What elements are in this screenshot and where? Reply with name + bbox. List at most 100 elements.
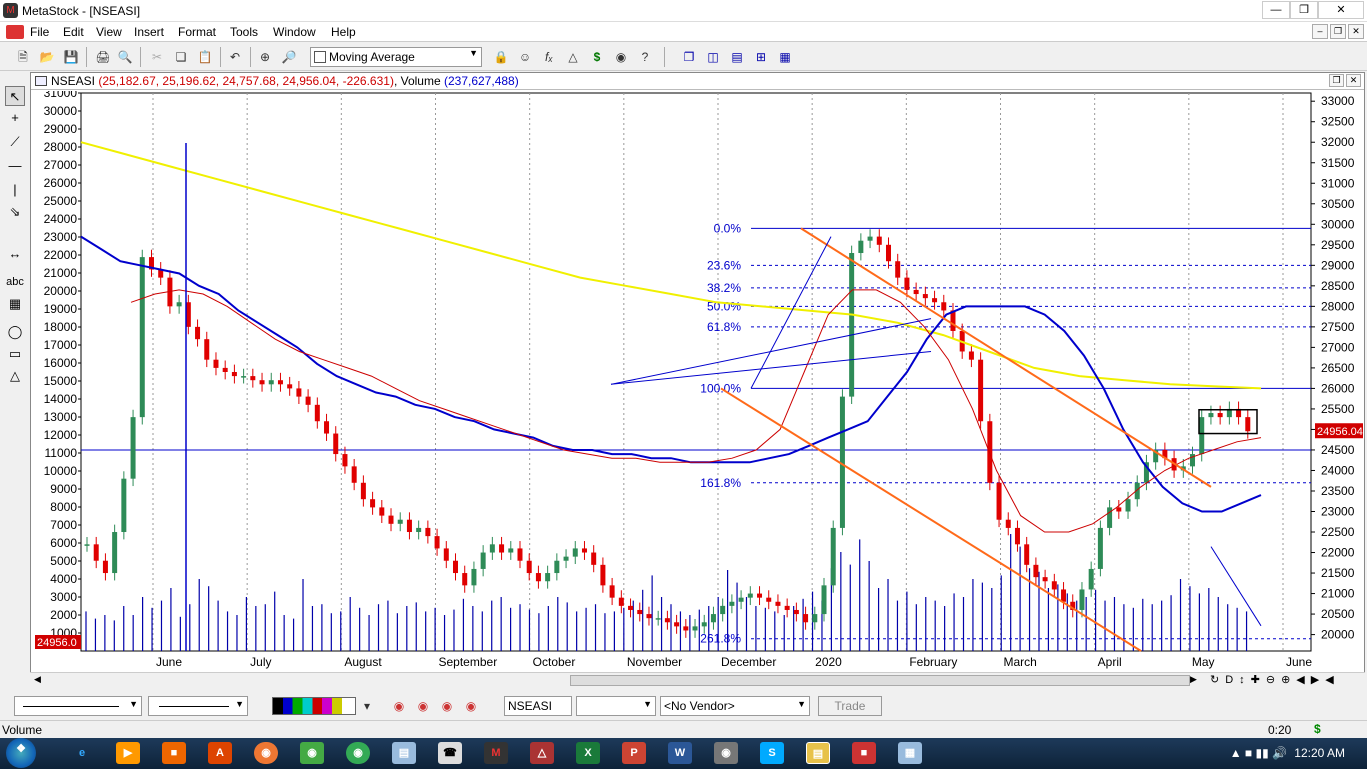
menu-insert[interactable]: Insert [134,25,164,39]
app-icon[interactable]: ◉ [300,742,324,764]
system-tester-icon[interactable]: △ [564,48,582,66]
powerpoint-icon[interactable]: P [622,742,646,764]
x-tick-label: November [627,655,682,669]
pdf-icon[interactable]: A [208,742,232,764]
formula-icon[interactable]: fₓ [540,48,558,66]
help-pointer-icon[interactable]: ? [636,48,654,66]
print-icon[interactable]: 🖨 [94,48,112,66]
symbol-input[interactable]: NSEASI [504,696,572,716]
firefox-icon[interactable]: ◉ [254,742,278,764]
grid-tool-icon[interactable]: ▦ [5,294,25,314]
chrome-icon[interactable]: ◉ [438,697,456,715]
undo-icon[interactable]: ↶ [226,48,244,66]
media-player-icon[interactable]: ▶ [116,742,140,764]
mdi-close-button[interactable]: ✕ [1348,24,1364,39]
arrange-icon[interactable]: ▦ [776,48,794,66]
line-weight-select[interactable]: ▼ [148,696,248,716]
chrome-icon[interactable]: ◉ [414,697,432,715]
left-tick-label: 3000 [50,590,77,604]
mdi-minimize-button[interactable]: – [1312,24,1328,39]
menu-window[interactable]: Window [273,25,316,39]
chart-scrollbar[interactable]: ◀ ▶ ↻D↕✚⊖⊕◀▶◀ [30,672,1365,688]
calculator-icon[interactable]: ▦ [898,742,922,764]
maximize-button[interactable]: ❐ [1290,1,1318,19]
vendor-select[interactable]: <No Vendor> ▼ [660,696,810,716]
new-icon[interactable]: 🗎 [14,48,32,66]
save-icon[interactable]: 💾 [62,48,80,66]
scroll-tool-icon[interactable]: ↔ [5,244,25,264]
horizontal-line-tool-icon[interactable]: — [5,156,25,176]
chrome-icon[interactable]: ◉ [346,742,370,764]
candle-body [351,466,357,483]
close-button[interactable]: ✕ [1318,1,1364,19]
cross-tool-icon[interactable]: + [5,108,25,128]
open-icon[interactable]: 📂 [38,48,56,66]
app-icon[interactable]: ☎ [438,742,462,764]
menu-view[interactable]: View [96,25,122,39]
mdi-restore-button[interactable]: ❐ [1330,24,1346,39]
chart-close-button[interactable]: ✕ [1346,74,1361,87]
chrome-icon[interactable]: ◉ [390,697,408,715]
rectangle-tool-icon[interactable]: ▭ [5,344,25,364]
app-icon[interactable]: ■ [162,742,186,764]
pointer-tool-icon[interactable]: ↖ [5,86,25,106]
chart-restore-button[interactable]: ❐ [1329,74,1344,87]
tile-horizontal-icon[interactable]: ▤ [728,48,746,66]
word-icon[interactable]: W [668,742,692,764]
price-chart[interactable]: June July August September October November De… [31,91,1364,673]
tile-grid-icon[interactable]: ⊞ [752,48,770,66]
excel-icon[interactable]: X [576,742,600,764]
chart-nav-icons[interactable]: ↻D↕✚⊖⊕◀▶◀ [1210,673,1340,686]
metastock-icon[interactable]: M [484,742,508,764]
periodicity-select[interactable]: ▼ [576,696,656,716]
cascade-icon[interactable]: ❐ [680,48,698,66]
minimize-button[interactable]: — [1262,1,1290,19]
scroll-left-icon[interactable]: ◀ [34,674,41,685]
scroll-right-icon[interactable]: ▶ [1190,674,1197,685]
left-tick-label: 27000 [44,158,78,172]
app-menu-icon[interactable] [6,25,24,39]
trendline-tool-icon[interactable]: ⟋ [5,132,25,152]
chevron-down-icon[interactable]: ▾ [358,697,376,715]
trade-button[interactable]: Trade [818,696,882,716]
file-explorer-icon[interactable]: ▤ [806,742,830,764]
notepad-icon[interactable]: ▤ [392,742,416,764]
skype-icon[interactable]: S [760,742,784,764]
chrome-icon[interactable]: ◉ [462,697,480,715]
dollar-icon[interactable]: $ [588,48,606,66]
text-tool-icon[interactable]: abc [5,272,25,292]
menu-help[interactable]: Help [331,25,356,39]
cut-icon[interactable]: ✂ [148,48,166,66]
vertical-line-tool-icon[interactable]: | [5,180,25,200]
print-preview-icon[interactable]: 🔍 [116,48,134,66]
zoom-icon[interactable]: 🔎 [280,48,298,66]
system-tray[interactable]: ▲ ■ ▮▮ 🔊 [1230,746,1287,760]
app-icon[interactable]: ◉ [714,742,738,764]
menu-edit[interactable]: Edit [63,25,84,39]
app-icon[interactable]: △ [530,742,554,764]
expert-icon[interactable]: ☺ [516,48,534,66]
color-palette[interactable] [272,697,356,715]
tile-vertical-icon[interactable]: ◫ [704,48,722,66]
left-tick-label: 17000 [44,338,78,352]
candle-body [922,294,928,299]
explorer-icon[interactable]: ◉ [612,48,630,66]
copy-icon[interactable]: ❏ [172,48,190,66]
app-icon[interactable]: ■ [852,742,876,764]
lock-icon[interactable]: 🔒 [492,48,510,66]
ellipse-tool-icon[interactable]: ◯ [5,322,25,342]
indicator-select[interactable]: Moving Average ▼ [310,47,482,67]
menu-file[interactable]: File [30,25,49,39]
right-tick-label: 21000 [1321,587,1355,601]
paste-icon[interactable]: 📋 [196,48,214,66]
crosshair-icon[interactable]: ⊕ [256,48,274,66]
ie-icon[interactable]: e [70,742,94,764]
menu-tools[interactable]: Tools [230,25,258,39]
scroll-thumb[interactable] [570,675,1190,686]
line-style-select[interactable]: ▼ [14,696,142,716]
start-button[interactable]: ❖ [6,738,36,768]
candle-body [987,421,993,483]
menu-format[interactable]: Format [178,25,216,39]
fibonacci-tool-icon[interactable]: ⇘ [5,202,25,222]
triangle-tool-icon[interactable]: △ [5,366,25,386]
